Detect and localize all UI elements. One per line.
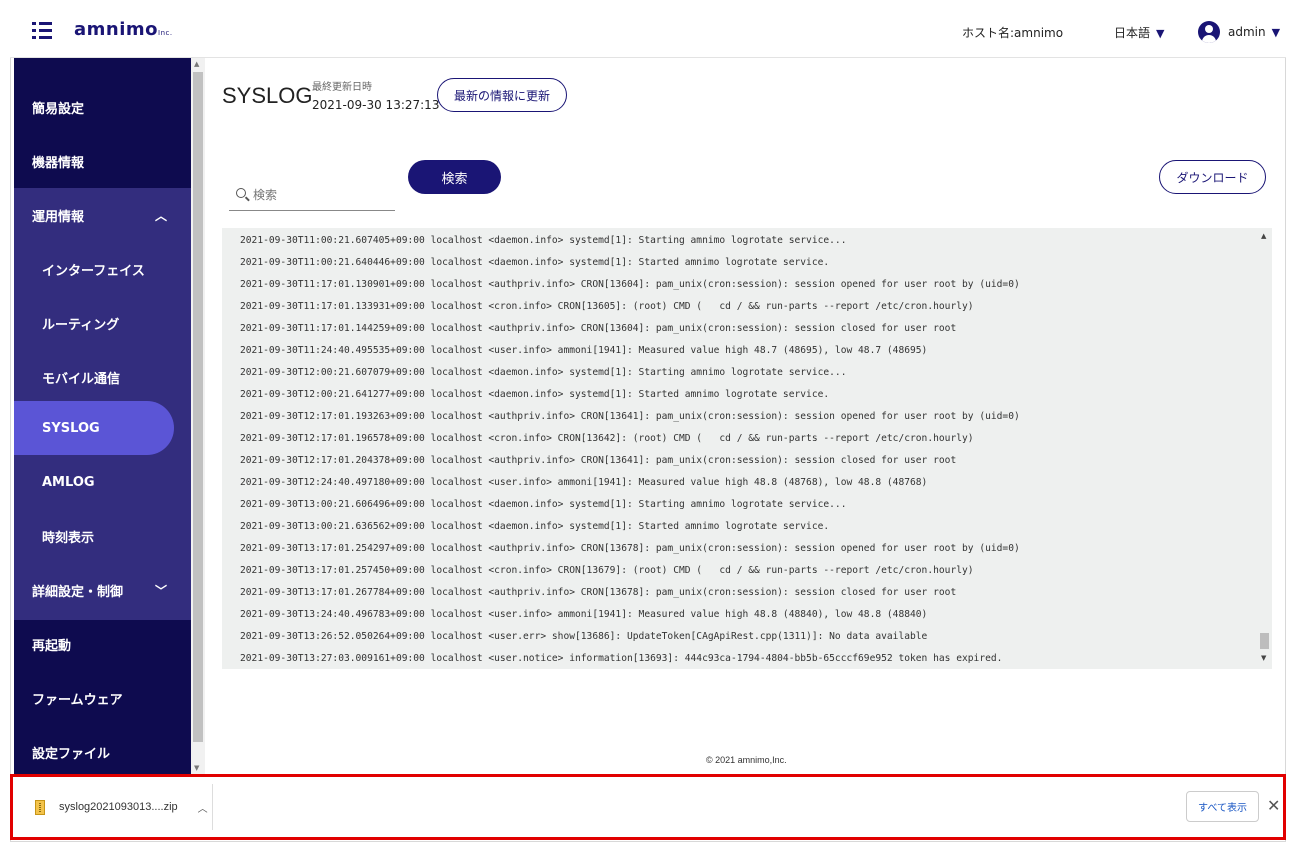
download-button[interactable]: ダウンロード <box>1159 160 1266 194</box>
caret-down-icon: ▼ <box>1156 27 1165 40</box>
log-line: 2021-09-30T13:00:21.606496+09:00 localho… <box>240 499 847 510</box>
hostname-label: ホスト名:amnimo <box>962 26 1064 40</box>
log-line: 2021-09-30T11:00:21.607405+09:00 localho… <box>240 235 847 246</box>
log-line: 2021-09-30T13:27:03.009161+09:00 localho… <box>240 653 1003 664</box>
sidebar-item-operation-info[interactable]: 運用情報 ︿ <box>14 188 191 242</box>
logo: amnimoInc. <box>74 19 173 40</box>
sidebar-item-firmware[interactable]: ファームウェア <box>14 671 191 725</box>
copyright-footer: © 2021 amnimo,Inc. <box>706 755 787 765</box>
scrollbar-thumb[interactable] <box>193 72 203 742</box>
scroll-down-icon[interactable]: ▼ <box>1261 654 1266 662</box>
log-scrollbar[interactable]: ▲ ▼ <box>1257 228 1272 669</box>
downloaded-file-name: syslog2021093013....zip <box>59 801 178 813</box>
log-line: 2021-09-30T13:00:21.636562+09:00 localho… <box>240 521 830 532</box>
log-line: 2021-09-30T12:00:21.641277+09:00 localho… <box>240 389 830 400</box>
log-line: 2021-09-30T13:24:40.496783+09:00 localho… <box>240 609 928 620</box>
log-line: 2021-09-30T11:17:01.144259+09:00 localho… <box>240 323 957 334</box>
top-header: amnimoInc. ホスト名:amnimo 日本語 ▼ admin ▼ <box>10 6 1286 58</box>
log-line: 2021-09-30T12:17:01.204378+09:00 localho… <box>240 455 957 466</box>
language-selector[interactable]: 日本語 ▼ <box>1114 24 1164 41</box>
log-line: 2021-09-30T13:17:01.254297+09:00 localho… <box>240 543 1020 554</box>
sidebar-item-syslog[interactable]: SYSLOG <box>14 401 174 455</box>
sidebar-item-interface[interactable]: インターフェイス <box>14 242 191 296</box>
downloaded-file-item[interactable]: syslog2021093013....zip ︿ <box>21 784 213 830</box>
show-all-button[interactable]: すべて表示 <box>1186 791 1259 822</box>
log-line: 2021-09-30T11:24:40.495535+09:00 localho… <box>240 345 928 356</box>
sidebar-item-time[interactable]: 時刻表示 <box>14 509 191 563</box>
sidebar-item-mobile[interactable]: モバイル通信 <box>14 350 191 404</box>
chevron-up-icon[interactable]: ︿ <box>198 800 208 815</box>
sidebar-item-config-file[interactable]: 設定ファイル <box>14 725 191 774</box>
last-updated-label: 最終更新日時 <box>312 82 372 93</box>
last-updated-value: 2021-09-30 13:27:13 <box>312 98 440 112</box>
menu-icon[interactable] <box>32 22 52 40</box>
log-line: 2021-09-30T12:00:21.607079+09:00 localho… <box>240 367 847 378</box>
sidebar: 簡易設定 機器情報 運用情報 ︿ インターフェイス ルーティング モバイル通信 S… <box>14 58 191 774</box>
sidebar-item-amlog[interactable]: AMLOG <box>14 455 191 509</box>
search-icon <box>236 188 246 198</box>
page-title: SYSLOG <box>222 83 313 108</box>
search-input[interactable] <box>253 184 393 206</box>
sidebar-item-reboot[interactable]: 再起動 <box>14 617 191 671</box>
refresh-button[interactable]: 最新の情報に更新 <box>437 78 567 112</box>
sidebar-item-quick-setup[interactable]: 簡易設定 <box>14 80 191 134</box>
log-line: 2021-09-30T12:17:01.193263+09:00 localho… <box>240 411 1020 422</box>
sidebar-item-device-info[interactable]: 機器情報 <box>14 134 191 188</box>
log-line: 2021-09-30T12:24:40.497180+09:00 localho… <box>240 477 928 488</box>
syslog-output[interactable]: 2021-09-30T11:00:21.607405+09:00 localho… <box>222 228 1272 669</box>
chevron-down-icon: ﹀ <box>154 583 167 598</box>
sidebar-item-advanced[interactable]: 詳細設定・制御 ﹀ <box>14 563 191 617</box>
zip-file-icon <box>35 799 45 815</box>
log-line: 2021-09-30T13:17:01.267784+09:00 localho… <box>240 587 957 598</box>
log-line: 2021-09-30T13:26:52.050264+09:00 localho… <box>240 631 928 642</box>
close-icon[interactable]: ✕ <box>1267 796 1280 815</box>
download-bar: syslog2021093013....zip ︿ すべて表示 ✕ <box>10 774 1286 840</box>
user-name: admin <box>1228 25 1266 39</box>
search-field <box>229 182 395 211</box>
scroll-down-icon[interactable]: ▼ <box>194 764 199 772</box>
log-line: 2021-09-30T11:17:01.133931+09:00 localho… <box>240 301 974 312</box>
user-icon <box>1198 21 1220 43</box>
log-line: 2021-09-30T13:17:01.257450+09:00 localho… <box>240 565 974 576</box>
sidebar-scrollbar[interactable]: ▲ ▼ <box>191 58 205 774</box>
scroll-up-icon[interactable]: ▲ <box>194 60 199 68</box>
log-line: 2021-09-30T12:17:01.196578+09:00 localho… <box>240 433 974 444</box>
log-line: 2021-09-30T11:17:01.130901+09:00 localho… <box>240 279 1020 290</box>
scrollbar-thumb[interactable] <box>1260 633 1269 649</box>
scroll-up-icon[interactable]: ▲ <box>1261 232 1266 240</box>
caret-down-icon: ▼ <box>1271 25 1281 39</box>
user-menu[interactable]: admin ▼ <box>1198 21 1280 43</box>
chevron-up-icon: ︿ <box>154 208 167 223</box>
log-line: 2021-09-30T11:00:21.640446+09:00 localho… <box>240 257 830 268</box>
sidebar-item-routing[interactable]: ルーティング <box>14 296 191 350</box>
search-button[interactable]: 検索 <box>408 160 501 194</box>
